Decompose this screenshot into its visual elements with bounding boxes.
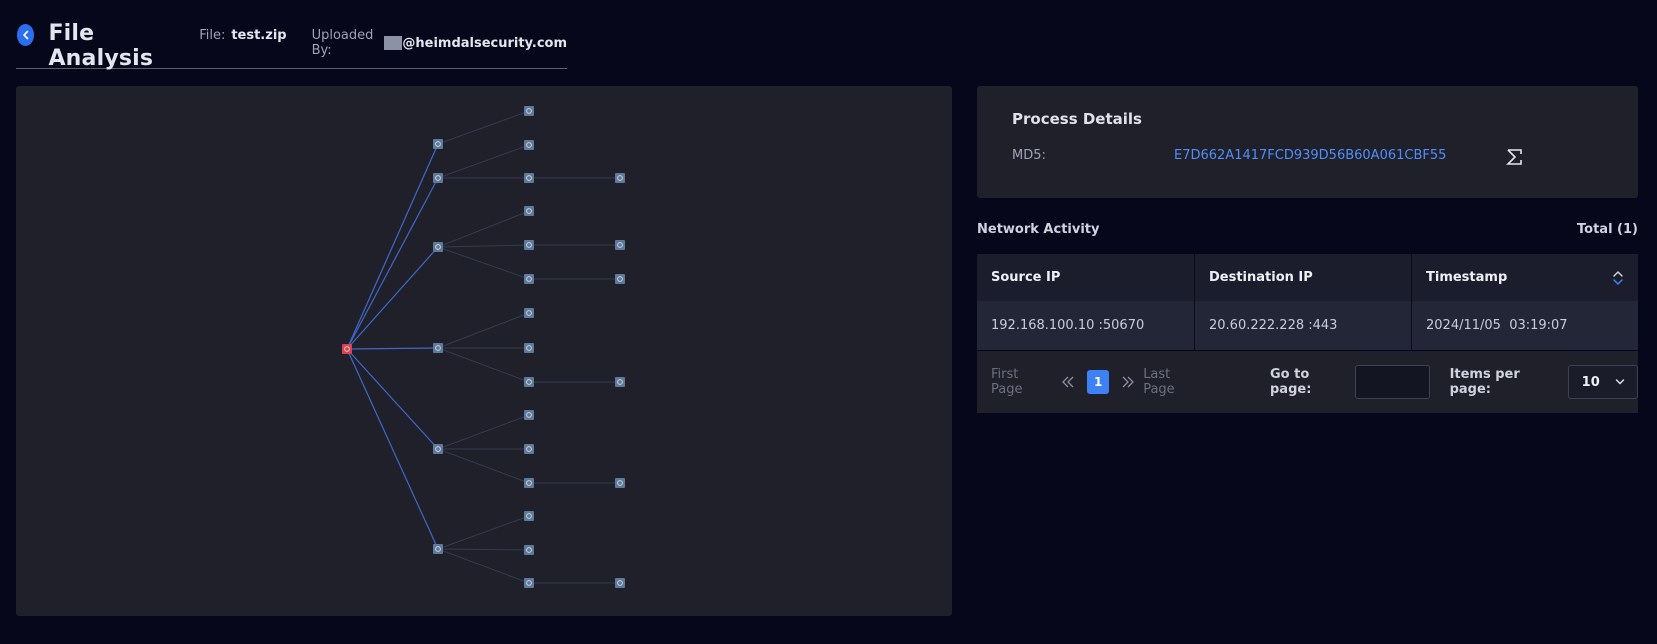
page-number-current[interactable]: 1 bbox=[1087, 370, 1110, 394]
process-node[interactable] bbox=[524, 444, 534, 454]
tree-edge bbox=[346, 348, 439, 450]
process-node[interactable] bbox=[524, 410, 534, 420]
file-label: File: bbox=[199, 28, 226, 43]
double-chevron-right-icon bbox=[1122, 376, 1135, 388]
go-to-page-label: Go to page: bbox=[1270, 367, 1312, 397]
sigma-icon bbox=[1506, 149, 1522, 165]
process-node[interactable] bbox=[433, 139, 443, 149]
previous-page-button[interactable] bbox=[1061, 375, 1075, 389]
process-node[interactable] bbox=[524, 106, 534, 116]
process-details-panel: Process Details MD5: E7D662A1417FCD939D5… bbox=[977, 86, 1638, 198]
tree-edge bbox=[346, 347, 439, 350]
tree-edge bbox=[437, 144, 530, 179]
timestamp-cell: 2024/11/05 03:19:07 bbox=[1426, 318, 1568, 333]
network-activity-title: Network Activity bbox=[977, 222, 1100, 237]
process-node[interactable] bbox=[524, 578, 534, 588]
first-page-button[interactable]: First Page bbox=[991, 367, 1049, 397]
file-info: File: test.zip bbox=[199, 28, 286, 43]
process-node[interactable] bbox=[433, 544, 443, 554]
process-node[interactable] bbox=[615, 274, 625, 284]
tree-edge bbox=[346, 177, 439, 350]
items-per-page-value: 10 bbox=[1581, 374, 1600, 390]
chevron-down-icon bbox=[1615, 379, 1625, 385]
process-node[interactable] bbox=[524, 511, 534, 521]
uploaded-by-label: Uploaded By: bbox=[311, 28, 374, 58]
redacted-username bbox=[383, 36, 403, 50]
file-name: test.zip bbox=[231, 28, 287, 43]
network-activity-table: Source IP Destination IP Timestamp 192.1… bbox=[977, 254, 1638, 350]
tree-edge bbox=[437, 347, 530, 383]
process-node[interactable] bbox=[524, 343, 534, 353]
column-label: Timestamp bbox=[1426, 270, 1508, 285]
items-per-page-select[interactable]: 10 bbox=[1567, 365, 1638, 399]
process-node[interactable] bbox=[524, 478, 534, 488]
tree-edge bbox=[437, 110, 530, 145]
sort-icon[interactable] bbox=[1612, 269, 1624, 287]
tree-edge bbox=[346, 143, 439, 350]
page-header: File Analysis File: test.zip Uploaded By… bbox=[16, 14, 567, 71]
process-node[interactable] bbox=[524, 377, 534, 387]
uploader-info: Uploaded By: @heimdalsecurity.com bbox=[312, 28, 567, 58]
process-node[interactable] bbox=[615, 377, 625, 387]
process-tree-panel[interactable] bbox=[16, 86, 952, 616]
root-process-node[interactable] bbox=[342, 344, 352, 354]
table-row[interactable]: 192.168.100.10 :50670 20.60.222.228 :443… bbox=[977, 301, 1638, 350]
process-node[interactable] bbox=[524, 240, 534, 250]
md5-value[interactable]: E7D662A1417FCD939D56B60A061CBF55 bbox=[1174, 148, 1446, 163]
pagination: First Page 1 Last Page Go to page: Items… bbox=[977, 351, 1638, 413]
process-node[interactable] bbox=[615, 478, 625, 488]
column-timestamp[interactable]: Timestamp bbox=[1412, 254, 1638, 301]
tree-edge bbox=[437, 244, 530, 248]
process-node[interactable] bbox=[615, 173, 625, 183]
tree-edge bbox=[437, 210, 530, 248]
process-node[interactable] bbox=[524, 308, 534, 318]
tree-edge bbox=[437, 515, 530, 550]
tree-edge bbox=[437, 448, 530, 484]
process-node[interactable] bbox=[524, 274, 534, 284]
process-tree-graph[interactable] bbox=[16, 86, 952, 616]
tree-edge bbox=[437, 312, 530, 349]
source-ip-cell: 192.168.100.10 :50670 bbox=[977, 301, 1195, 350]
md5-label: MD5: bbox=[1012, 148, 1046, 163]
column-source-ip[interactable]: Source IP bbox=[977, 254, 1195, 301]
back-button[interactable] bbox=[17, 24, 35, 46]
destination-ip-cell: 20.60.222.228 :443 bbox=[1195, 301, 1412, 350]
tree-edge bbox=[437, 246, 530, 280]
process-node[interactable] bbox=[524, 545, 534, 555]
tree-edge bbox=[437, 548, 530, 551]
process-node[interactable] bbox=[524, 173, 534, 183]
next-page-button[interactable] bbox=[1121, 375, 1135, 389]
process-details-title: Process Details bbox=[1012, 110, 1142, 128]
tree-edge bbox=[437, 548, 530, 584]
process-node[interactable] bbox=[524, 140, 534, 150]
process-node[interactable] bbox=[433, 242, 443, 252]
column-destination-ip[interactable]: Destination IP bbox=[1195, 254, 1412, 301]
process-node[interactable] bbox=[433, 444, 443, 454]
double-chevron-left-icon bbox=[1062, 376, 1074, 388]
go-to-page-input[interactable] bbox=[1354, 365, 1430, 399]
sigma-button[interactable] bbox=[1504, 146, 1526, 168]
last-page-button[interactable]: Last Page bbox=[1143, 367, 1201, 397]
process-node[interactable] bbox=[433, 173, 443, 183]
column-label: Source IP bbox=[991, 270, 1061, 285]
process-node[interactable] bbox=[615, 240, 625, 250]
network-activity-total: Total (1) bbox=[1577, 222, 1638, 237]
chevron-left-icon bbox=[22, 30, 29, 40]
tree-edge bbox=[346, 348, 439, 550]
column-label: Destination IP bbox=[1209, 270, 1313, 285]
items-per-page-label: Items per page: bbox=[1449, 367, 1520, 397]
tree-edge bbox=[437, 414, 530, 450]
table-header: Source IP Destination IP Timestamp bbox=[977, 254, 1638, 301]
process-node[interactable] bbox=[615, 578, 625, 588]
process-node[interactable] bbox=[433, 343, 443, 353]
process-node[interactable] bbox=[524, 206, 534, 216]
uploader-domain: @heimdalsecurity.com bbox=[402, 35, 567, 51]
page-title: File Analysis bbox=[48, 21, 154, 71]
